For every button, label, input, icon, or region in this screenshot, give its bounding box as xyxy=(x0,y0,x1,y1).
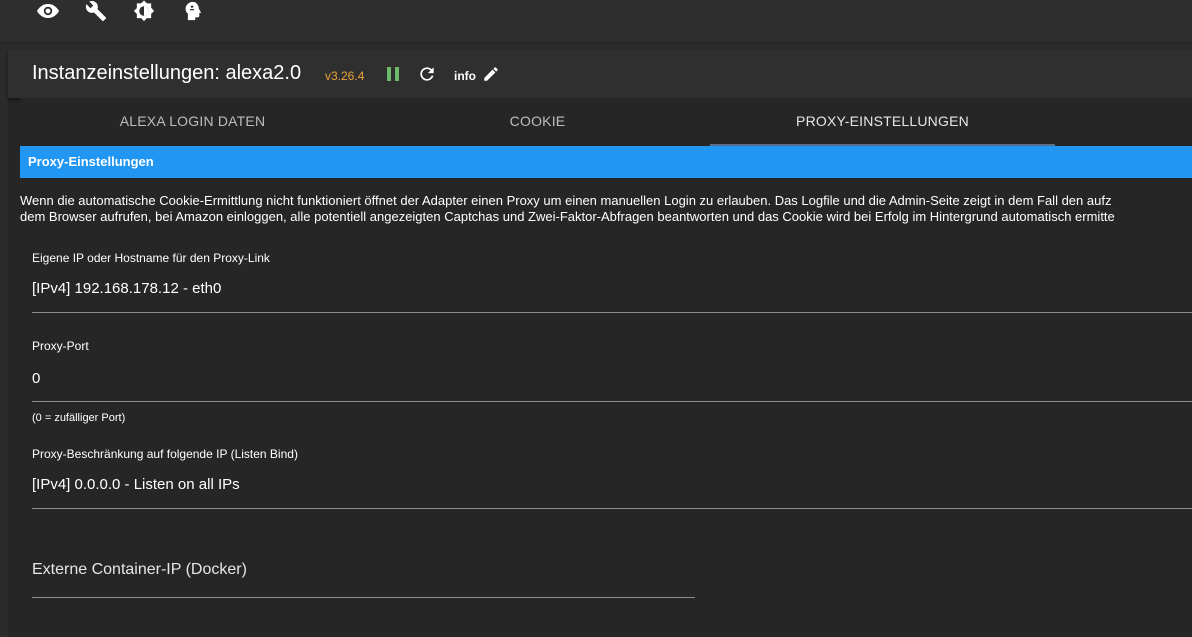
instance-settings-panel: Instanzeinstellungen: alexa2.0 v3.26.4 i… xyxy=(8,50,1192,637)
tab-cookie[interactable]: COOKIE xyxy=(365,98,710,144)
brightness-icon[interactable] xyxy=(131,0,157,22)
own-ip-underline xyxy=(32,312,1192,313)
page-title: Instanzeinstellungen: alexa2.0 xyxy=(32,62,302,84)
top-toolbar xyxy=(0,0,1192,43)
refresh-icon xyxy=(420,67,434,81)
listen-bind-label: Proxy-Beschränkung auf folgende IP (List… xyxy=(32,447,298,461)
tab-proxy-einstellungen[interactable]: PROXY-EINSTELLUNGEN xyxy=(710,98,1055,144)
own-ip-label: Eigene IP oder Hostname für den Proxy-Li… xyxy=(32,251,270,265)
proxy-port-underline xyxy=(32,401,1192,402)
pencil-icon xyxy=(484,67,498,81)
edit-button[interactable] xyxy=(482,65,500,83)
reload-button[interactable] xyxy=(417,64,437,84)
section-description: Wenn die automatische Cookie-Ermittlung … xyxy=(20,193,1192,225)
listen-bind-select[interactable]: [IPv4] 0.0.0.0 - Listen on all IPs xyxy=(32,476,240,493)
eye-icon[interactable] xyxy=(35,0,61,22)
tab-bar: ALEXA LOGIN DATEN COOKIE PROXY-EINSTELLU… xyxy=(20,98,1192,146)
settings-content: ALEXA LOGIN DATEN COOKIE PROXY-EINSTELLU… xyxy=(20,98,1192,637)
container-ip-underline xyxy=(32,597,695,598)
wrench-icon[interactable] xyxy=(83,0,109,22)
head-icon[interactable] xyxy=(179,0,205,22)
pause-icon xyxy=(387,67,399,81)
description-line-1: Wenn die automatische Cookie-Ermittlung … xyxy=(20,193,1112,208)
version-badge: v3.26.4 xyxy=(325,69,365,83)
section-title: Proxy-Einstellungen xyxy=(28,154,154,169)
proxy-port-input[interactable]: 0 xyxy=(32,370,40,387)
listen-bind-underline xyxy=(32,508,1192,509)
own-ip-select[interactable]: [IPv4] 192.168.178.12 - eth0 xyxy=(32,280,221,297)
container-ip-input[interactable]: Externe Container-IP (Docker) xyxy=(32,561,247,579)
section-header-bar: Proxy-Einstellungen xyxy=(20,146,1192,178)
panel-header: Instanzeinstellungen: alexa2.0 v3.26.4 i… xyxy=(8,50,1192,98)
tab-alexa-login-daten[interactable]: ALEXA LOGIN DATEN xyxy=(20,98,365,144)
pause-button[interactable] xyxy=(385,65,401,83)
proxy-port-label: Proxy-Port xyxy=(32,339,89,353)
proxy-port-helper-text: (0 = zufälliger Port) xyxy=(32,412,126,424)
description-line-2: dem Browser aufrufen, bei Amazon einlogg… xyxy=(20,209,1115,224)
info-link[interactable]: info xyxy=(454,69,476,83)
